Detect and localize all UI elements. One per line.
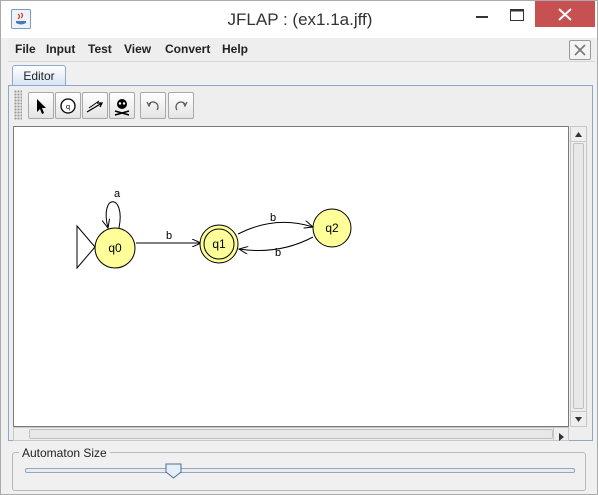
menu-input[interactable]: Input — [46, 42, 75, 56]
transition-q0-q0[interactable] — [106, 201, 121, 228]
menu-view[interactable]: View — [124, 42, 151, 56]
scroll-down-button[interactable] — [571, 411, 586, 426]
transition-label-q1-q2: b — [270, 212, 276, 224]
toolbar-grip[interactable] — [14, 90, 22, 120]
transition-label-q0-q1: b — [166, 230, 172, 242]
automaton-canvas[interactable]: a b b b q0 q1 q2 — [13, 126, 569, 427]
close-icon — [574, 44, 586, 56]
horizontal-scroll-thumb[interactable] — [29, 429, 553, 439]
svg-text:q: q — [66, 103, 70, 111]
chevron-down-icon — [575, 417, 582, 422]
scroll-up-button[interactable] — [571, 127, 586, 142]
menu-bar: File Input Test View Convert Help — [8, 38, 595, 62]
redo-icon — [175, 101, 188, 111]
initial-state-marker — [76, 224, 96, 270]
menu-convert[interactable]: Convert — [165, 42, 210, 56]
toolbar: q — [12, 88, 589, 122]
deleter-tool[interactable] — [109, 92, 135, 119]
state-label: q0 — [108, 241, 122, 255]
menu-test[interactable]: Test — [88, 42, 112, 56]
horizontal-scrollbar[interactable] — [13, 427, 569, 441]
chevron-up-icon — [575, 132, 582, 137]
undo-icon — [146, 101, 159, 111]
chevron-right-icon — [559, 433, 564, 441]
close-button[interactable] — [535, 1, 595, 27]
maximize-button[interactable] — [500, 1, 534, 27]
vertical-scroll-thumb[interactable] — [573, 143, 584, 409]
close-tab-button[interactable] — [569, 40, 591, 60]
automaton-size-slider-track[interactable] — [25, 468, 575, 473]
transition-q1-q2[interactable] — [237, 222, 313, 235]
state-icon: q — [60, 98, 76, 114]
maximize-icon — [510, 9, 524, 21]
automaton-size-slider-thumb[interactable] — [165, 463, 183, 483]
deleter-icon — [114, 99, 130, 116]
state-q1[interactable]: q1 — [199, 224, 239, 264]
attribute-editor-tool[interactable] — [28, 92, 54, 119]
transition-creator-tool[interactable] — [82, 92, 108, 119]
editor-panel: q a b b b q0 q1 q2 — [8, 85, 593, 441]
menu-help[interactable]: Help — [222, 42, 248, 56]
app-window: JFLAP : (ex1.1a.jff) File Input Test Vie… — [0, 0, 598, 495]
state-creator-tool[interactable]: q — [55, 92, 81, 119]
vertical-scrollbar[interactable] — [570, 126, 587, 427]
transition-icon — [86, 100, 104, 113]
undo-button[interactable] — [140, 92, 166, 119]
state-q0[interactable]: q0 — [94, 227, 136, 269]
pointer-icon — [37, 99, 46, 114]
state-q2[interactable]: q2 — [312, 208, 352, 248]
redo-button[interactable] — [168, 92, 194, 119]
state-label: q1 — [212, 237, 226, 251]
transition-label-q2-q1: b — [275, 247, 281, 259]
menu-file[interactable]: File — [15, 42, 36, 56]
minimize-button[interactable] — [465, 1, 499, 27]
state-label: q2 — [325, 221, 339, 235]
automaton-diagram: a b b b q0 q1 q2 — [76, 188, 352, 270]
automaton-size-title: Automaton Size — [19, 446, 110, 460]
scroll-right-button[interactable] — [553, 428, 568, 441]
minimize-icon — [476, 16, 488, 18]
tab-editor[interactable]: Editor — [12, 65, 66, 86]
title-bar[interactable]: JFLAP : (ex1.1a.jff) — [1, 1, 597, 38]
close-icon — [558, 8, 572, 21]
transition-label-q0-q0: a — [114, 188, 121, 200]
